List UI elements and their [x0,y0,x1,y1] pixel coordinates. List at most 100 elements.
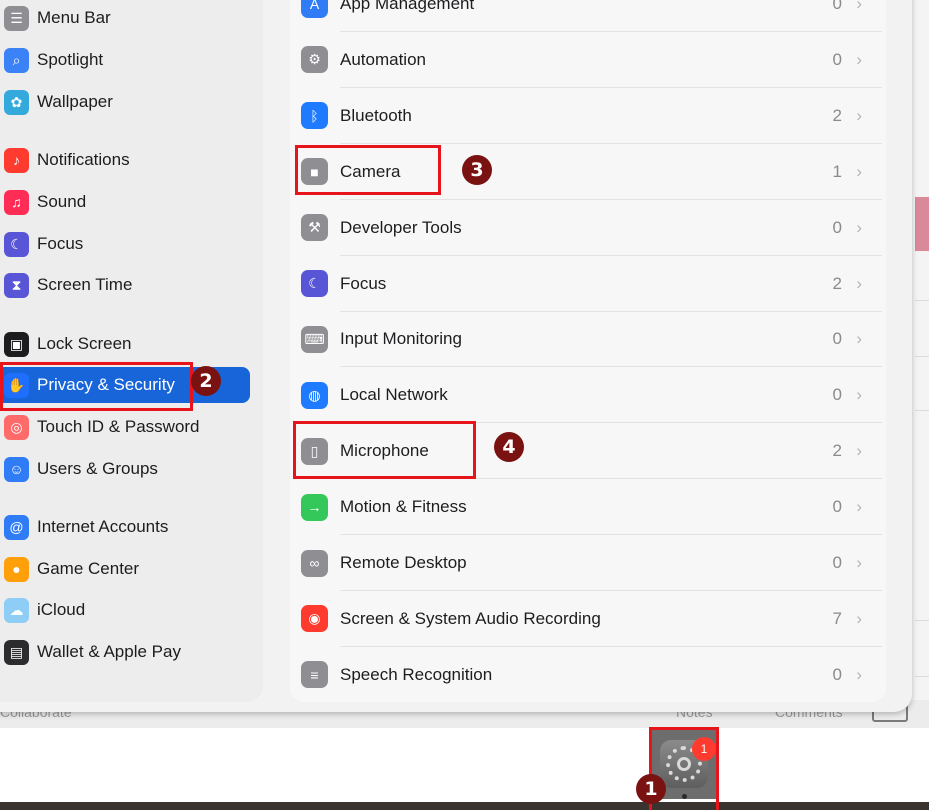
sidebar-item-label: Game Center [37,559,140,578]
lock-icon: ▣ [4,331,29,357]
sidebar-item-game-center[interactable]: ● Game Center [4,551,244,587]
chevron-right-icon: › [856,217,862,237]
globe-icon: ◍ [301,381,328,409]
sidebar-item-label: Internet Accounts [37,517,169,536]
privacy-row-count: 2 [832,441,842,461]
privacy-row-count: 0 [832,329,842,349]
sidebar-item-label: Spotlight [37,50,104,69]
record-icon: ◉ [301,605,328,633]
privacy-row-label: Focus [340,273,387,293]
privacy-row-label: Motion & Fitness [340,497,467,517]
privacy-row-label: Speech Recognition [340,664,493,684]
privacy-row-app-management[interactable]: A App Management 0 › [300,0,882,32]
moon-icon: ☾ [301,270,328,297]
flower-icon: ✿ [4,89,29,115]
privacy-row-count: 7 [832,608,842,628]
privacy-row-count: 2 [832,105,842,125]
privacy-row-screen-system-audio-recording[interactable]: ◉ Screen & System Audio Recording 7 › [300,591,882,647]
app-store-icon: A [301,0,328,18]
sidebar-item-label: iCloud [37,600,86,619]
sidebar-item-wallet-apple-pay[interactable]: ▤ Wallet & Apple Pay [4,634,244,670]
keyboard-icon: ⌨ [301,325,328,353]
people-icon: ☺ [4,456,29,482]
hourglass-icon: ⧗ [4,272,29,298]
bell-icon: ♪ [4,147,29,173]
sidebar-item-lock-screen[interactable]: ▣ Lock Screen [4,326,244,362]
sidebar-item-spotlight[interactable]: ⌕ Spotlight [4,42,244,78]
sidebar-item-label: Wallpaper [37,92,113,111]
privacy-row-count: 0 [832,217,842,237]
privacy-row-automation[interactable]: ⚙ Automation 0 › [300,32,882,88]
privacy-row-focus[interactable]: ☾ Focus 2 › [300,256,882,312]
step-badge-3: 3 [462,155,492,185]
sidebar-item-internet-accounts[interactable]: @ Internet Accounts [4,509,244,545]
chevron-right-icon: › [856,497,862,517]
sidebar-item-sound[interactable]: ♫ Sound [4,184,244,220]
chevron-right-icon: › [856,553,862,572]
bluetooth-icon: ᛒ [301,102,328,130]
moon-icon: ☾ [4,231,29,257]
highlight-microphone [293,421,476,479]
sidebar-item-label: Wallet & Apple Pay [37,642,181,661]
privacy-row-label: Automation [340,49,426,69]
runner-icon: → [301,493,328,521]
speaker-icon: ♫ [4,189,29,215]
sidebar-item-touch-id-password[interactable]: ◎ Touch ID & Password [4,409,244,445]
privacy-row-label: Developer Tools [340,217,462,237]
privacy-row-count: 0 [832,664,842,684]
privacy-row-label: Remote Desktop [340,553,467,572]
privacy-row-remote-desktop[interactable]: ∞ Remote Desktop 0 › [300,535,882,591]
highlight-camera [295,145,441,195]
sidebar-item-wallpaper[interactable]: ✿ Wallpaper [4,84,244,120]
hammer-icon: ⚒ [301,214,328,242]
privacy-row-count: 1 [832,161,842,181]
chevron-right-icon: › [856,105,862,125]
background-app-divider [915,356,929,357]
sidebar-item-notifications[interactable]: ♪ Notifications [4,142,244,178]
chevron-right-icon: › [856,273,862,293]
privacy-row-developer-tools[interactable]: ⚒ Developer Tools 0 › [300,200,882,256]
background-app-divider [915,620,929,621]
chevron-right-icon: › [856,608,862,628]
sidebar-item-label: Sound [37,192,87,211]
privacy-row-bluetooth[interactable]: ᛒ Bluetooth 2 › [300,88,882,144]
fingerprint-icon: ◎ [4,414,29,440]
sidebar-item-label: Focus [37,234,84,253]
sidebar-item-focus[interactable]: ☾ Focus [4,226,244,262]
background-app-highlight [915,197,929,251]
magnifier-icon: ⌕ [4,47,29,73]
sidebar-item-label: Lock Screen [37,334,132,353]
privacy-row-label: Input Monitoring [340,329,462,349]
sidebar-item-users-groups[interactable]: ☺ Users & Groups [4,451,244,487]
privacy-row-label: Screen & System Audio Recording [340,608,601,628]
chevron-right-icon: › [856,161,862,181]
privacy-row-motion-fitness[interactable]: → Motion & Fitness 0 › [300,479,882,536]
highlight-privacy-security [0,362,193,411]
sidebar-item-label: Users & Groups [37,459,158,478]
dock-area [0,728,929,810]
waveform-icon: ≡ [301,661,328,689]
sidebar-item-menu-bar[interactable]: ☰ Menu Bar [4,0,244,36]
wallet-icon: ▤ [4,639,29,665]
privacy-row-input-monitoring[interactable]: ⌨ Input Monitoring 0 › [300,311,882,368]
privacy-row-label: Bluetooth [340,105,412,125]
step-badge-1: 1 [636,774,666,804]
game-center-icon: ● [4,556,29,582]
privacy-row-local-network[interactable]: ◍ Local Network 0 › [300,367,882,424]
sidebar-item-icloud[interactable]: ☁ iCloud [4,592,244,628]
chevron-right-icon: › [856,664,862,684]
chevron-right-icon: › [856,49,862,69]
chevron-right-icon: › [856,441,862,461]
menu-bar-icon: ☰ [4,5,29,31]
at-icon: @ [4,514,29,540]
privacy-row-count: 0 [832,385,842,405]
privacy-row-label: App Management [340,0,475,13]
privacy-row-count: 2 [832,273,842,293]
privacy-row-count: 0 [832,49,842,69]
background-app-divider [915,676,929,677]
cloud-icon: ☁ [4,597,29,623]
privacy-row-speech-recognition[interactable]: ≡ Speech Recognition 0 › [300,647,882,703]
sidebar-item-screen-time[interactable]: ⧗ Screen Time [4,267,244,303]
privacy-row-count: 0 [832,497,842,517]
binoculars-icon: ∞ [301,549,328,577]
